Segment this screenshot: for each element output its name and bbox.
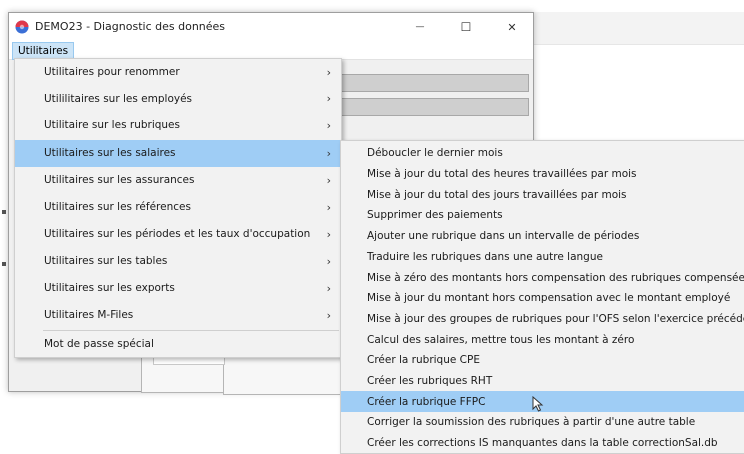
chevron-right-icon: › xyxy=(326,200,331,214)
menu-item-mot-de-passe[interactable]: Mot de passe spécial xyxy=(15,331,341,358)
menu-item-rubriques[interactable]: Utilitaire sur les rubriques › xyxy=(15,112,341,139)
title-bar[interactable]: DEMO23 - Diagnostic des données — ☐ ✕ xyxy=(9,13,533,41)
submenu-item-label: Corriger la soumission des rubriques à p… xyxy=(367,416,696,429)
submenu-item-montant-employe[interactable]: Mise à jour du montant hors compensation… xyxy=(341,288,744,309)
submenu-item-corriger-soumission[interactable]: Corriger la soumission des rubriques à p… xyxy=(341,412,744,433)
menu-item-salaires[interactable]: Utilitaires sur les salaires › xyxy=(15,140,341,167)
content-field xyxy=(341,74,529,92)
app-logo-icon xyxy=(15,20,29,34)
menu-item-periodes[interactable]: Utilitaires sur les périodes et les taux… xyxy=(15,221,341,248)
maximize-button[interactable]: ☐ xyxy=(443,13,489,41)
minimize-button[interactable]: — xyxy=(397,13,443,41)
window-title: DEMO23 - Diagnostic des données xyxy=(35,20,226,33)
menu-item-tables[interactable]: Utilitaires sur les tables › xyxy=(15,248,341,275)
submenu-item-corrections-is[interactable]: Créer les corrections IS manquantes dans… xyxy=(341,433,744,454)
submenu-item-ajouter-rubrique[interactable]: Ajouter une rubrique dans un intervalle … xyxy=(341,226,744,247)
chevron-right-icon: › xyxy=(326,227,331,241)
chevron-right-icon: › xyxy=(326,308,331,322)
submenu-item-label: Mise à jour du montant hors compensation… xyxy=(367,292,731,305)
submenu-item-groupes-ofs[interactable]: Mise à jour des groupes de rubriques pou… xyxy=(341,309,744,330)
submenu-item-label: Créer les rubriques RHT xyxy=(367,375,493,388)
menu-item-label: Utilitaires M-Files xyxy=(44,309,134,322)
menu-item-label: Utililitaires sur les employés xyxy=(44,92,193,105)
chevron-right-icon: › xyxy=(326,65,331,79)
chevron-right-icon: › xyxy=(326,254,331,268)
mouse-pointer-icon xyxy=(532,396,544,412)
background-window-strip xyxy=(532,12,744,45)
menu-item-label: Utilitaires sur les références xyxy=(44,201,191,214)
chevron-right-icon: › xyxy=(326,281,331,295)
submenu-item-label: Supprimer des paiements xyxy=(367,209,503,222)
content-field xyxy=(341,98,529,116)
menu-item-label: Utilitaire sur les rubriques xyxy=(44,119,180,132)
menu-item-employes[interactable]: Utililitaires sur les employés › xyxy=(15,86,341,113)
menu-item-label: Utilitaires sur les périodes et les taux… xyxy=(44,228,311,241)
background-dot xyxy=(2,262,6,266)
chevron-right-icon: › xyxy=(326,92,331,106)
submenu-item-label: Créer les corrections IS manquantes dans… xyxy=(367,437,718,450)
submenu-item-label: Mise à zéro des montants hors compensati… xyxy=(367,271,744,284)
maximize-icon: ☐ xyxy=(460,20,472,34)
menu-item-label: Mot de passe spécial xyxy=(44,338,154,351)
submenu-item-deboucler[interactable]: Déboucler le dernier mois xyxy=(341,143,744,164)
submenu-item-label: Créer la rubrique CPE xyxy=(367,354,480,367)
menu-item-exports[interactable]: Utilitaires sur les exports › xyxy=(15,275,341,302)
submenu-item-label: Mise à jour du total des jours travaillé… xyxy=(367,188,627,201)
submenu-item-label: Créer la rubrique FFPC xyxy=(367,395,486,408)
menu-item-label: Utilitaires sur les assurances xyxy=(44,174,195,187)
submenu-item-supprimer-paiements[interactable]: Supprimer des paiements xyxy=(341,205,744,226)
submenu-item-traduire[interactable]: Traduire les rubriques dans une autre la… xyxy=(341,247,744,268)
submenu-item-label: Mise à jour des groupes de rubriques pou… xyxy=(367,312,744,325)
menu-item-assurances[interactable]: Utilitaires sur les assurances › xyxy=(15,167,341,194)
chevron-right-icon: › xyxy=(326,146,331,160)
submenu-item-label: Calcul des salaires, mettre tous les mon… xyxy=(367,333,635,346)
submenu-item-label: Mise à jour du total des heures travaill… xyxy=(367,168,637,181)
menu-item-renommer[interactable]: Utilitaires pour renommer › xyxy=(15,59,341,86)
submenu-item-label: Traduire les rubriques dans une autre la… xyxy=(367,250,603,263)
chevron-right-icon: › xyxy=(326,118,331,132)
menu-item-label: Utilitaires sur les salaires xyxy=(44,147,176,160)
submenu-item-calcul-salaires[interactable]: Calcul des salaires, mettre tous les mon… xyxy=(341,329,744,350)
menu-item-label: Utilitaires sur les tables xyxy=(44,255,168,268)
submenu-item-mise-a-zero[interactable]: Mise à zéro des montants hors compensati… xyxy=(341,267,744,288)
submenu-item-jours[interactable]: Mise à jour du total des jours travaillé… xyxy=(341,184,744,205)
menu-item-mfiles[interactable]: Utilitaires M-Files › xyxy=(15,302,341,329)
close-icon: ✕ xyxy=(507,20,517,34)
submenu-item-rubriques-rht[interactable]: Créer les rubriques RHT xyxy=(341,371,744,392)
chevron-right-icon: › xyxy=(326,173,331,187)
utilitaires-menu: Utilitaires pour renommer › Utililitaire… xyxy=(14,58,342,358)
menu-item-label: Utilitaires pour renommer xyxy=(44,66,180,79)
submenu-item-heures[interactable]: Mise à jour du total des heures travaill… xyxy=(341,164,744,185)
background-dot xyxy=(2,210,6,214)
submenu-item-label: Ajouter une rubrique dans un intervalle … xyxy=(367,230,640,243)
menu-item-label: Utilitaires sur les exports xyxy=(44,282,175,295)
menu-item-references[interactable]: Utilitaires sur les références › xyxy=(15,194,341,221)
close-button[interactable]: ✕ xyxy=(489,13,535,41)
minimize-icon: — xyxy=(415,22,425,32)
submenu-item-label: Déboucler le dernier mois xyxy=(367,147,503,160)
submenu-item-rubrique-cpe[interactable]: Créer la rubrique CPE xyxy=(341,350,744,371)
